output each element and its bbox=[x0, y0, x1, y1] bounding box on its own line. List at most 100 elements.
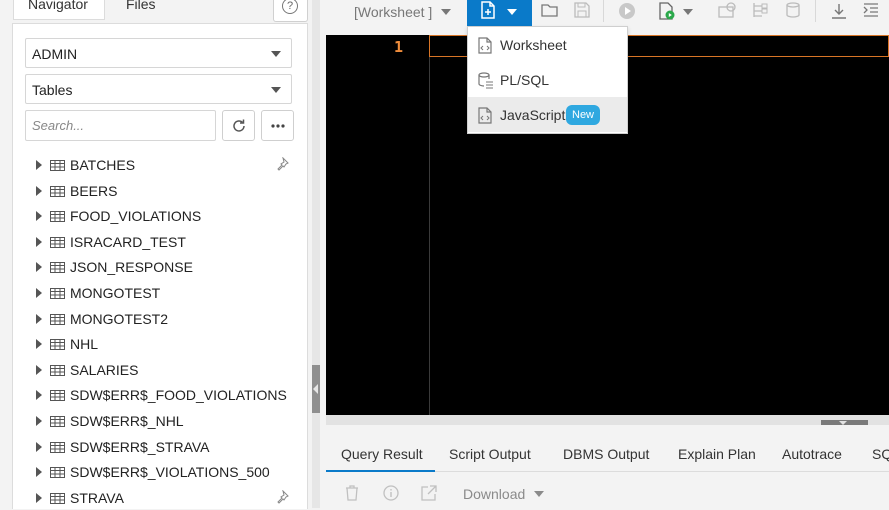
tab-script-output[interactable]: Script Output bbox=[449, 446, 531, 462]
chevron-down-icon[interactable] bbox=[441, 9, 451, 15]
table-icon bbox=[50, 467, 65, 479]
trash-icon[interactable] bbox=[345, 485, 359, 501]
new-file-button[interactable] bbox=[467, 0, 532, 26]
download-menu[interactable]: Download bbox=[463, 486, 525, 502]
object-type-select[interactable]: Tables bbox=[25, 74, 292, 104]
panel-splitter[interactable] bbox=[312, 0, 320, 508]
database-icon[interactable] bbox=[786, 2, 802, 20]
toolbar-divider bbox=[603, 0, 604, 22]
table-name: NHL bbox=[70, 336, 99, 353]
run-icon[interactable] bbox=[618, 2, 636, 20]
explain-plan-icon[interactable] bbox=[718, 2, 736, 18]
expand-triangle-icon[interactable] bbox=[36, 160, 42, 170]
tree-item[interactable]: SDW$ERR$_FOOD_VIOLATIONS bbox=[13, 382, 307, 408]
pin-icon[interactable] bbox=[275, 489, 289, 504]
tree-item[interactable]: SDW$ERR$_STRAVA bbox=[13, 434, 307, 460]
new-file-menu: Worksheet PL/SQL JavaScript New bbox=[467, 26, 628, 134]
tab-navigator-label: Navigator bbox=[28, 0, 88, 12]
tree-item[interactable]: JSON_RESPONSE bbox=[13, 254, 307, 280]
tree-item[interactable]: MONGOTEST bbox=[13, 280, 307, 306]
table-name: JSON_RESPONSE bbox=[70, 259, 193, 276]
autotrace-icon[interactable] bbox=[752, 2, 768, 18]
expand-triangle-icon[interactable] bbox=[36, 262, 42, 273]
expand-triangle-icon[interactable] bbox=[36, 339, 42, 350]
expand-triangle-icon[interactable] bbox=[36, 313, 42, 324]
tree-item[interactable]: NHL bbox=[13, 331, 307, 357]
run-script-icon[interactable] bbox=[659, 2, 676, 20]
tree-item[interactable]: FOOD_VIOLATIONS bbox=[13, 203, 307, 229]
chevron-down-icon[interactable] bbox=[534, 491, 544, 497]
help-button[interactable]: ? bbox=[273, 0, 308, 22]
tab-explain-plan[interactable]: Explain Plan bbox=[678, 446, 756, 462]
tab-sql-history[interactable]: SQ bbox=[872, 446, 889, 462]
tab-dbms-output[interactable]: DBMS Output bbox=[563, 446, 649, 462]
table-icon bbox=[50, 339, 65, 351]
refresh-button[interactable] bbox=[222, 110, 255, 141]
tree-item[interactable]: SDW$ERR$_NHL bbox=[13, 408, 307, 434]
ellipsis-icon bbox=[271, 124, 285, 128]
menu-item-javascript[interactable]: JavaScript New bbox=[468, 97, 627, 132]
tree-item[interactable]: SDW$ERR$_VIOLATIONS_500 bbox=[13, 459, 307, 485]
pin-icon[interactable] bbox=[275, 157, 289, 171]
tab-autotrace[interactable]: Autotrace bbox=[782, 446, 842, 462]
chevron-down-icon bbox=[271, 87, 281, 93]
table-name: MONGOTEST bbox=[70, 284, 161, 301]
info-icon[interactable] bbox=[383, 485, 399, 501]
tab-files[interactable]: Files bbox=[126, 0, 156, 12]
editor-resize-bar[interactable] bbox=[326, 415, 889, 427]
gutter-divider bbox=[429, 35, 430, 415]
expand-triangle-icon[interactable] bbox=[36, 236, 42, 247]
tree-item[interactable]: MONGOTEST2 bbox=[13, 306, 307, 332]
table-icon bbox=[50, 236, 65, 248]
format-indent-icon[interactable] bbox=[862, 2, 880, 18]
tab-navigator[interactable]: Navigator bbox=[13, 0, 105, 20]
table-name: FOOD_VIOLATIONS bbox=[70, 208, 202, 225]
chevron-down-icon bbox=[507, 9, 517, 15]
navigator-tabs: Navigator Files ? bbox=[0, 0, 316, 23]
menu-item-worksheet[interactable]: Worksheet bbox=[468, 27, 627, 62]
question-circle-icon: ? bbox=[282, 0, 298, 14]
tree-item[interactable]: SALARIES bbox=[13, 357, 307, 383]
table-name: BEERS bbox=[70, 182, 118, 199]
tree-item[interactable]: STRAVA bbox=[13, 485, 307, 510]
expand-triangle-icon[interactable] bbox=[36, 467, 42, 478]
table-icon bbox=[50, 415, 65, 427]
active-tab-indicator bbox=[326, 470, 435, 472]
expand-triangle-icon[interactable] bbox=[36, 390, 42, 401]
expand-triangle-icon[interactable] bbox=[36, 211, 42, 222]
table-name: SDW$ERR$_FOOD_VIOLATIONS bbox=[70, 387, 287, 404]
tree-item[interactable]: BATCHES bbox=[13, 152, 307, 178]
expand-triangle-icon[interactable] bbox=[36, 415, 42, 426]
table-icon bbox=[50, 287, 65, 299]
tree-item[interactable]: ISRACARD_TEST bbox=[13, 229, 307, 255]
table-name: MONGOTEST2 bbox=[70, 310, 169, 327]
save-icon[interactable] bbox=[574, 2, 590, 18]
schema-select[interactable]: ADMIN bbox=[25, 38, 292, 68]
expand-triangle-icon[interactable] bbox=[36, 441, 42, 452]
expand-triangle-icon[interactable] bbox=[36, 492, 42, 503]
search-input[interactable] bbox=[25, 110, 216, 141]
new-file-icon bbox=[481, 1, 495, 19]
table-icon bbox=[50, 492, 65, 504]
expand-triangle-icon[interactable] bbox=[36, 185, 42, 196]
table-icon bbox=[50, 185, 65, 197]
chevron-down-icon bbox=[271, 51, 281, 57]
folder-open-icon[interactable] bbox=[541, 2, 559, 18]
collapse-panel-handle[interactable] bbox=[312, 365, 320, 413]
tab-query-result[interactable]: Query Result bbox=[341, 446, 423, 462]
table-name: SDW$ERR$_NHL bbox=[70, 412, 184, 429]
toolbar-divider bbox=[815, 0, 816, 22]
worksheet-select[interactable]: [Worksheet ] bbox=[354, 4, 432, 20]
more-actions-button[interactable] bbox=[261, 110, 294, 141]
expand-triangle-icon[interactable] bbox=[36, 364, 42, 375]
table-icon bbox=[50, 441, 65, 453]
menu-item-label: Worksheet bbox=[500, 37, 567, 53]
open-external-icon[interactable] bbox=[421, 485, 437, 501]
menu-item-label: PL/SQL bbox=[500, 72, 550, 88]
menu-item-plsql[interactable]: PL/SQL bbox=[468, 62, 627, 97]
expand-triangle-icon[interactable] bbox=[36, 287, 42, 298]
tree-item[interactable]: BEERS bbox=[13, 178, 307, 204]
plsql-icon bbox=[478, 72, 493, 89]
download-icon[interactable] bbox=[830, 2, 848, 20]
chevron-down-icon[interactable] bbox=[683, 9, 693, 15]
